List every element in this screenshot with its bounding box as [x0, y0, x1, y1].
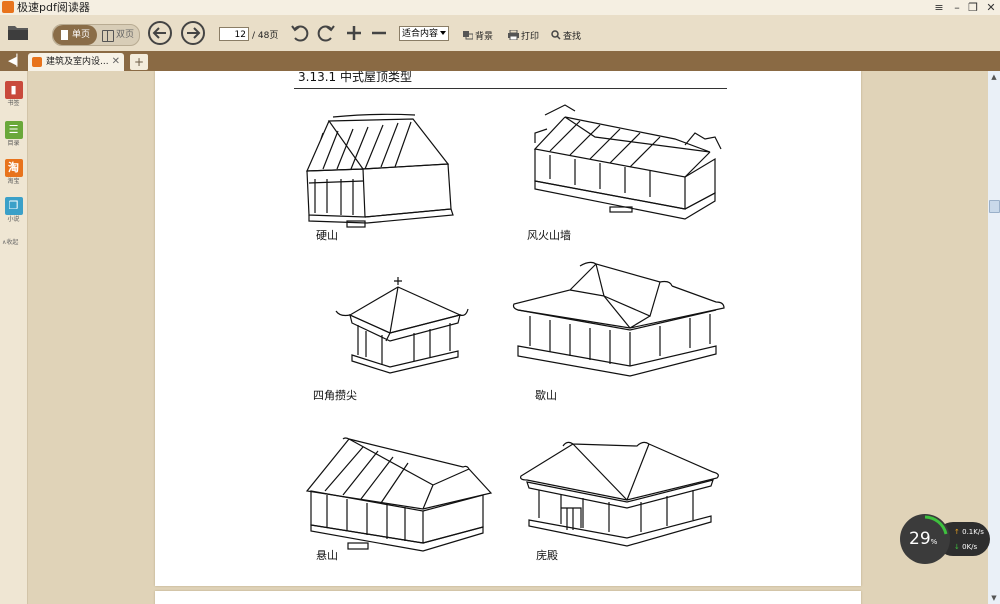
printer-icon	[508, 29, 519, 43]
tab-bar: ◀▏ 建筑及室内设... ✕ +	[0, 51, 1000, 71]
caption-yingshan: 硬山	[316, 229, 338, 242]
download-speed: ↓ 0K/s	[954, 543, 978, 551]
scrollbar-thumb[interactable]	[989, 200, 1000, 213]
double-page-icon	[102, 30, 114, 42]
caption-sijiao: 四角攒尖	[313, 389, 357, 402]
zoom-select[interactable]: 适合内容	[399, 26, 449, 41]
close-window-button[interactable]: ✕	[984, 0, 998, 15]
title-bar: 极速pdf阅读器 ≡ – ❐ ✕	[0, 0, 1000, 15]
upload-speed: ↑ 0.1K/s	[954, 528, 984, 536]
single-page-button[interactable]: 单页	[53, 25, 97, 45]
usage-percent: 29%	[909, 529, 938, 549]
rotate-right-icon[interactable]	[316, 23, 336, 43]
sidebar: ▮ 书签 ☰ 目录 淘 淘宝 ❐ 小说 ∧收起	[0, 71, 28, 604]
next-page-button[interactable]	[181, 21, 205, 45]
background-icon	[463, 30, 474, 43]
background-button[interactable]: 背景	[463, 29, 493, 43]
sidebar-item-novel[interactable]: ❐ 小说	[3, 197, 24, 224]
minimize-button[interactable]: –	[950, 0, 964, 15]
network-speed-widget[interactable]: 29% ↑ 0.1K/s ↓ 0K/s	[900, 514, 992, 564]
menu-icon[interactable]: ≡	[932, 0, 946, 15]
sidebar-item-toc[interactable]: ☰ 目录	[3, 121, 24, 148]
zoom-in-icon[interactable]	[344, 23, 364, 43]
search-icon	[551, 30, 561, 43]
window-title: 极速pdf阅读器	[17, 1, 90, 14]
app-logo-icon	[2, 1, 14, 13]
xieshan-roof-drawing	[510, 256, 725, 396]
open-folder-icon[interactable]	[7, 23, 29, 41]
caption-xieshan: 歇山	[535, 389, 557, 402]
single-page-icon	[61, 30, 68, 40]
collapse-sidebar-button[interactable]: ∧收起	[2, 237, 18, 246]
close-tab-icon[interactable]: ✕	[112, 53, 120, 71]
sidebar-toggle-icon[interactable]: ◀▏	[8, 54, 25, 68]
pdf-page: 3.13.1 中式屋顶类型 硬山 风火山墙 四角攒尖 歇山 悬山 庑殿	[155, 71, 861, 586]
wudian-roof-drawing	[517, 436, 722, 556]
sidebar-item-taobao[interactable]: 淘 淘宝	[3, 159, 24, 186]
scroll-up-icon[interactable]: ▲	[988, 71, 1000, 83]
taobao-icon: 淘	[4, 159, 23, 177]
sijiao-cuanjian-drawing	[330, 271, 470, 386]
caption-xuanshan: 悬山	[316, 549, 338, 562]
double-page-button[interactable]: 双页	[100, 25, 138, 45]
toolbar: 单页 双页 12 / 48页 适合内容 背景 打印 查找	[0, 15, 1000, 51]
sidebar-item-bookmark[interactable]: ▮ 书签	[3, 81, 24, 108]
toc-icon: ☰	[4, 121, 23, 139]
caption-wudian: 庑殿	[536, 549, 558, 562]
download-arrow-icon: ↓	[954, 543, 960, 551]
rotate-left-icon[interactable]	[290, 23, 310, 43]
view-mode-switch: 单页 双页	[52, 24, 140, 46]
find-button[interactable]: 查找	[551, 29, 581, 43]
scroll-down-icon[interactable]: ▼	[988, 592, 1000, 604]
page-number-input[interactable]: 12	[219, 27, 249, 41]
pdf-file-icon	[32, 57, 42, 67]
heading-rule	[294, 88, 727, 89]
book-icon: ❐	[4, 197, 23, 215]
xuanshan-roof-drawing	[303, 433, 493, 558]
bookmark-icon: ▮	[4, 81, 23, 99]
upload-arrow-icon: ↑	[954, 528, 960, 536]
chevron-down-icon	[440, 31, 446, 35]
print-button[interactable]: 打印	[508, 29, 539, 43]
page-total: / 48页	[252, 31, 279, 41]
section-heading: 3.13.1 中式屋顶类型	[298, 71, 412, 84]
new-tab-button[interactable]: +	[130, 54, 148, 70]
previous-page-button[interactable]	[148, 21, 172, 45]
next-pdf-page	[155, 591, 861, 604]
tab-document[interactable]: 建筑及室内设... ✕	[28, 53, 124, 71]
caption-fenghuo: 风火山墙	[527, 229, 571, 242]
document-viewport[interactable]: 3.13.1 中式屋顶类型 硬山 风火山墙 四角攒尖 歇山 悬山 庑殿	[28, 71, 988, 604]
yingshan-roof-drawing	[303, 109, 463, 234]
restore-button[interactable]: ❐	[966, 0, 980, 15]
fenghuo-wall-drawing	[525, 97, 725, 237]
zoom-out-icon[interactable]	[369, 23, 389, 43]
